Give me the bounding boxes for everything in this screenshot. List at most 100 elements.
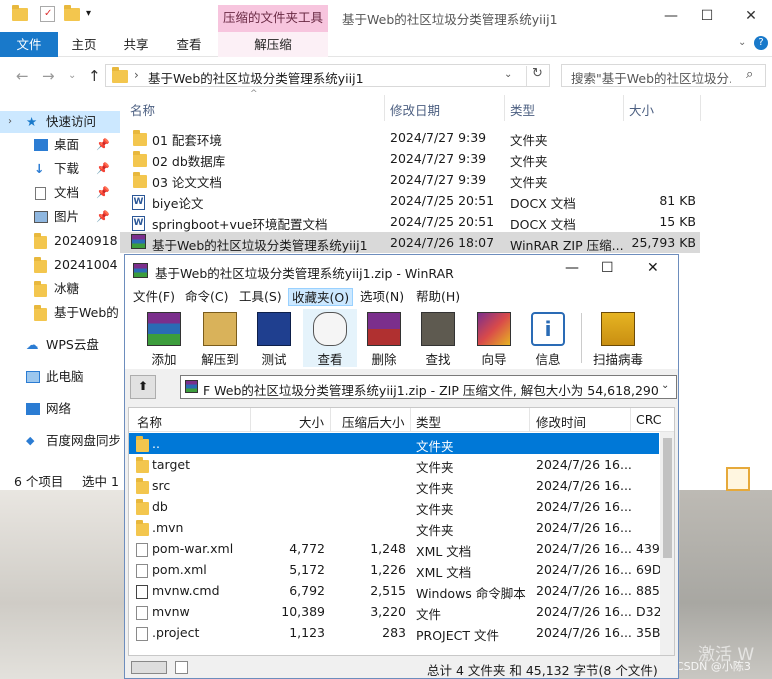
menu-commands[interactable]: 命令(C) xyxy=(182,288,231,306)
sidebar-item-wps-cloud[interactable]: ☁ WPS云盘 xyxy=(0,334,120,356)
archive-row-parent[interactable]: .. 文件夹 xyxy=(129,433,659,454)
file-row[interactable]: 03 论文文档 2024/7/27 9:39 文件夹 xyxy=(120,169,700,190)
back-arrow-icon[interactable]: ← xyxy=(16,67,29,85)
column-header-crc[interactable]: CRC xyxy=(636,412,662,427)
sidebar-item-folder[interactable]: 20240918 xyxy=(0,230,120,252)
sidebar-item-baidu-sync[interactable]: ◆ 百度网盘同步 xyxy=(0,430,120,452)
delete-button[interactable]: 删除 xyxy=(357,309,411,367)
ribbon-tab-view[interactable]: 查看 xyxy=(166,32,212,57)
archive-row[interactable]: pom-war.xml 4,772 1,248 XML 文档 2024/7/26… xyxy=(129,538,660,559)
sidebar-item-desktop[interactable]: 桌面 📌 xyxy=(0,134,120,156)
folder-icon[interactable] xyxy=(12,5,28,23)
column-divider[interactable] xyxy=(410,408,411,432)
menu-options[interactable]: 选项(N) xyxy=(357,288,407,306)
archive-path-dropdown[interactable]: F Web的社区垃圾分类管理系统yiij1.zip - ZIP 压缩文件, 解包… xyxy=(180,375,677,399)
archive-row[interactable]: .project 1,123 283 PROJECT 文件 2024/7/26 … xyxy=(129,622,660,643)
column-divider[interactable] xyxy=(384,95,385,121)
drive-icon[interactable] xyxy=(131,661,167,674)
close-button[interactable]: ✕ xyxy=(736,4,766,28)
menu-tools[interactable]: 工具(S) xyxy=(236,288,285,306)
column-header-name[interactable]: 名称 xyxy=(137,412,162,431)
customize-qa-icon[interactable]: ▾ xyxy=(86,8,102,24)
pin-icon[interactable]: 📌 xyxy=(96,182,110,204)
column-divider[interactable] xyxy=(630,408,631,432)
minimize-button[interactable]: — xyxy=(656,4,686,28)
column-header-name[interactable]: 名称 xyxy=(130,100,155,119)
archive-row[interactable]: pom.xml 5,172 1,226 XML 文档 2024/7/26 16.… xyxy=(129,559,662,580)
sidebar-item-documents[interactable]: 文档 📌 xyxy=(0,182,120,204)
sidebar-item-this-pc[interactable]: 此电脑 xyxy=(0,366,120,388)
sidebar-item-folder[interactable]: 冰糖 xyxy=(0,278,120,300)
file-row[interactable]: 02 db数据库 2024/7/27 9:39 文件夹 xyxy=(120,148,700,169)
column-header-modified[interactable]: 修改时间 xyxy=(536,412,586,431)
find-button[interactable]: 查找 xyxy=(411,309,465,367)
properties-icon[interactable]: ✓ xyxy=(40,6,55,22)
column-header-date[interactable]: 修改日期 xyxy=(390,100,440,119)
test-button[interactable]: 测试 xyxy=(247,309,301,367)
archive-row[interactable]: target 文件夹 2024/7/26 16... xyxy=(129,454,659,475)
sticky-note-icon[interactable] xyxy=(726,467,750,491)
search-input[interactable]: 搜索"基于Web的社区垃圾分... ⌕ xyxy=(561,64,766,87)
sidebar-item-downloads[interactable]: ↓ 下载 📌 xyxy=(0,158,120,180)
archive-row[interactable]: mvnw.cmd 6,792 2,515 Windows 命令脚本 2024/7… xyxy=(129,580,660,601)
minimize-button[interactable]: — xyxy=(565,260,579,276)
archive-row[interactable]: .mvn 文件夹 2024/7/26 16... xyxy=(129,517,659,538)
sidebar-item-network[interactable]: 网络 xyxy=(0,398,120,420)
ribbon-tab-share[interactable]: 共享 xyxy=(114,32,158,57)
pin-icon[interactable]: 📌 xyxy=(96,206,110,228)
column-divider[interactable] xyxy=(700,95,701,121)
pin-icon[interactable]: 📌 xyxy=(96,158,110,180)
menu-file[interactable]: 文件(F) xyxy=(130,288,178,306)
refresh-icon[interactable]: ↻ xyxy=(526,66,548,86)
chevron-down-icon[interactable]: ⌄ xyxy=(661,380,669,391)
new-folder-icon[interactable] xyxy=(64,5,80,23)
up-folder-button[interactable]: ⬆ xyxy=(130,375,156,399)
maximize-button[interactable]: ☐ xyxy=(601,260,614,276)
add-button[interactable]: 添加 xyxy=(137,309,191,367)
sidebar-item-folder[interactable]: 20241004 xyxy=(0,254,120,276)
close-button[interactable]: ✕ xyxy=(647,260,659,276)
menu-help[interactable]: 帮助(H) xyxy=(413,288,463,306)
view-button[interactable]: 查看 xyxy=(303,309,357,367)
file-row[interactable]: W biye论文 2024/7/25 20:51 DOCX 文档 81 KB xyxy=(120,190,700,211)
sidebar-item-folder[interactable]: 基于Web的 xyxy=(0,302,120,324)
column-header-size[interactable]: 大小 xyxy=(299,412,324,431)
wizard-button[interactable]: 向导 xyxy=(467,309,521,367)
key-icon[interactable] xyxy=(175,661,188,674)
breadcrumb-chevron-icon[interactable]: › xyxy=(134,68,139,82)
expand-chevron-icon[interactable]: › xyxy=(8,111,12,133)
column-header-size[interactable]: 大小 xyxy=(629,100,654,119)
extract-to-button[interactable]: 解压到 xyxy=(193,309,247,367)
ribbon-expand-icon[interactable]: ⌄ xyxy=(738,37,746,48)
scrollbar-thumb[interactable] xyxy=(663,438,672,558)
sidebar-item-pictures[interactable]: 图片 📌 xyxy=(0,206,120,228)
menu-favorites[interactable]: 收藏夹(O) xyxy=(288,288,354,306)
ribbon-tab-home[interactable]: 主页 xyxy=(62,32,106,57)
column-divider[interactable] xyxy=(504,95,505,121)
ribbon-tab-extract[interactable]: 解压缩 xyxy=(218,32,328,57)
pin-icon[interactable]: 📌 xyxy=(96,134,110,156)
column-divider[interactable] xyxy=(330,408,331,432)
file-row[interactable]: 01 配套环境 2024/7/27 9:39 文件夹 xyxy=(120,127,700,148)
column-header-type[interactable]: 类型 xyxy=(416,412,441,431)
archive-row[interactable]: mvnw 10,389 3,220 文件 2024/7/26 16... D32 xyxy=(129,601,662,622)
file-row-selected[interactable]: 基于Web的社区垃圾分类管理系统yiij1 2024/7/26 18:07 Wi… xyxy=(120,232,700,253)
sidebar-item-quick-access[interactable]: › ★ 快速访问 xyxy=(0,111,120,133)
vertical-scrollbar[interactable] xyxy=(660,432,674,655)
column-divider[interactable] xyxy=(250,408,251,432)
scan-virus-button[interactable]: 扫描病毒 xyxy=(587,309,649,367)
column-header-packed[interactable]: 压缩后大小 xyxy=(342,412,405,431)
address-dropdown-icon[interactable]: ⌄ xyxy=(504,69,512,80)
column-divider[interactable] xyxy=(529,408,530,432)
help-icon[interactable]: ? xyxy=(754,36,768,50)
archive-row[interactable]: db 文件夹 2024/7/26 16... xyxy=(129,496,659,517)
up-arrow-icon[interactable]: ↑ xyxy=(88,67,101,85)
forward-arrow-icon[interactable]: → xyxy=(42,67,55,85)
column-header-type[interactable]: 类型 xyxy=(510,100,535,119)
ribbon-file-tab[interactable]: 文件 xyxy=(0,32,58,57)
maximize-button[interactable]: ☐ xyxy=(692,4,722,28)
recent-dropdown-icon[interactable]: ⌄ xyxy=(68,70,76,81)
info-button[interactable]: i 信息 xyxy=(521,309,575,367)
address-bar[interactable]: › 基于Web的社区垃圾分类管理系统yiij1 ⌄ ↻ xyxy=(105,64,550,87)
archive-row[interactable]: src 文件夹 2024/7/26 16... xyxy=(129,475,659,496)
